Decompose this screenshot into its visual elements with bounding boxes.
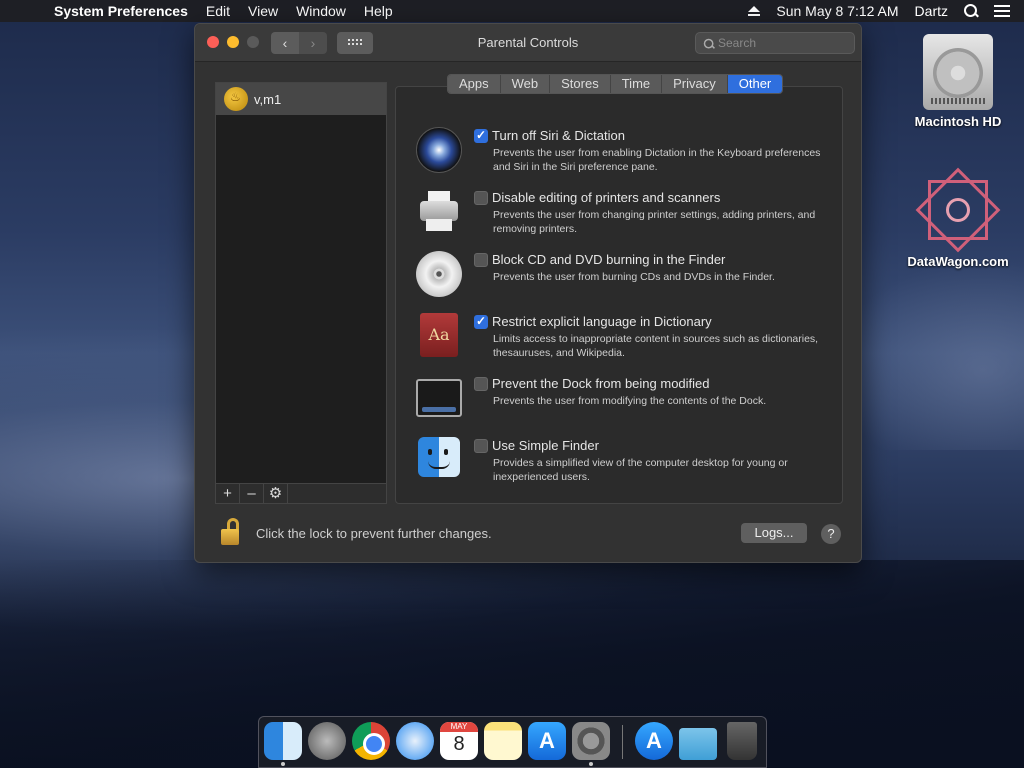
option-printers: Disable editing of printers and scanners… [416, 189, 836, 245]
option-simple-finder: Use Simple Finder Provides a simplified … [416, 437, 836, 493]
menu-window[interactable]: Window [296, 3, 346, 19]
remove-user-button[interactable]: – [240, 484, 264, 504]
option-label[interactable]: Disable editing of printers and scanners [492, 190, 720, 205]
printer-icon [416, 189, 462, 235]
option-label[interactable]: Use Simple Finder [492, 438, 599, 453]
dock-launchpad-icon[interactable] [308, 722, 346, 760]
siri-checkbox[interactable] [474, 128, 488, 143]
lock-text: Click the lock to prevent further change… [256, 526, 492, 541]
menu-bar: System Preferences Edit View Window Help… [0, 0, 1024, 22]
dock-icon [416, 379, 462, 417]
help-button[interactable]: ? [821, 524, 841, 544]
option-cd-burning: Block CD and DVD burning in the Finder P… [416, 251, 836, 307]
menu-help[interactable]: Help [364, 3, 393, 19]
menu-clock[interactable]: Sun May 8 7:12 AM [776, 3, 898, 19]
dock-separator [622, 725, 623, 759]
option-description: Limits access to inappropriate content i… [493, 333, 819, 359]
option-siri-dictation: Turn off Siri & Dictation Prevents the u… [416, 127, 836, 183]
tab-other[interactable]: Other [727, 75, 783, 93]
simple-finder-checkbox[interactable] [474, 439, 488, 453]
dock-finder-icon[interactable] [264, 722, 302, 766]
menu-edit[interactable]: Edit [206, 3, 230, 19]
notification-center-icon[interactable] [994, 5, 1010, 17]
option-dictionary: Aa Restrict explicit language in Diction… [416, 313, 836, 369]
user-list: v,m1 + – ⚙ [215, 82, 387, 504]
dock-safari-icon[interactable] [396, 722, 434, 760]
siri-icon [416, 127, 462, 173]
dock-calendar-icon[interactable]: 8 [440, 722, 478, 760]
close-button[interactable] [207, 36, 219, 48]
dictionary-checkbox[interactable] [474, 314, 488, 329]
search-input[interactable]: Search [695, 32, 855, 54]
user-list-item[interactable]: v,m1 [216, 83, 386, 115]
cd-burning-checkbox[interactable] [474, 253, 488, 267]
option-description: Prevents the user from enabling Dictatio… [493, 147, 821, 173]
dock-system-preferences-icon[interactable] [572, 722, 610, 766]
hard-drive-icon [923, 34, 993, 110]
forward-button[interactable]: › [299, 32, 327, 54]
finder-icon [418, 437, 460, 477]
parental-controls-window: ‹ › Parental Controls Search v,m1 + – ⚙ … [194, 23, 862, 563]
dock-downloads-folder-icon[interactable] [679, 728, 717, 760]
option-label[interactable]: Turn off Siri & Dictation [492, 128, 625, 143]
search-placeholder: Search [718, 36, 757, 50]
dock-app-store-downloads-icon[interactable]: A [635, 722, 673, 760]
dock-checkbox[interactable] [474, 377, 488, 391]
option-label[interactable]: Restrict explicit language in Dictionary [492, 314, 712, 329]
user-list-toolbar: + – ⚙ [216, 483, 386, 504]
back-button[interactable]: ‹ [271, 32, 299, 54]
desktop-icon-macintosh-hd[interactable]: Macintosh HD [898, 34, 1018, 129]
cd-icon [416, 251, 462, 297]
dock-chrome-icon[interactable] [352, 722, 390, 760]
search-icon [703, 38, 715, 50]
desktop-icon-label: DataWagon.com [907, 254, 1009, 269]
desktop-icon-label: Macintosh HD [914, 114, 1002, 129]
printers-checkbox[interactable] [474, 191, 488, 205]
menu-view[interactable]: View [248, 3, 278, 19]
eject-icon[interactable] [748, 6, 761, 16]
menu-app-name[interactable]: System Preferences [54, 3, 188, 19]
option-label[interactable]: Prevent the Dock from being modified [492, 376, 710, 391]
dock-app-store-icon[interactable]: A [528, 722, 566, 760]
options-pane: Turn off Siri & Dictation Prevents the u… [395, 86, 843, 504]
dock-trash-icon[interactable] [727, 722, 757, 760]
add-user-button[interactable]: + [216, 484, 240, 504]
option-description: Prevents the user from changing printer … [493, 209, 816, 235]
spotlight-icon[interactable] [964, 4, 978, 18]
menu-user[interactable]: Dartz [915, 3, 948, 19]
lock-icon[interactable] [219, 518, 241, 546]
datawagon-logo-icon [915, 167, 1001, 253]
option-description: Prevents the user from burning CDs and D… [493, 271, 775, 283]
window-footer: Click the lock to prevent further change… [195, 512, 861, 556]
tab-privacy[interactable]: Privacy [662, 75, 728, 93]
gear-icon[interactable]: ⚙ [264, 484, 288, 504]
option-description: Provides a simplified view of the comput… [493, 457, 788, 483]
title-bar[interactable]: ‹ › Parental Controls Search [195, 24, 861, 62]
user-name: v,m1 [254, 91, 282, 107]
user-avatar-icon [224, 87, 248, 111]
option-label[interactable]: Block CD and DVD burning in the Finder [492, 252, 725, 267]
desktop-icon-datawagon[interactable]: DataWagon.com [898, 167, 1018, 269]
dictionary-icon: Aa [420, 313, 458, 357]
minimize-button[interactable] [227, 36, 239, 48]
dock: 8 A A [258, 716, 767, 768]
tab-apps[interactable]: Apps [448, 75, 501, 93]
tab-web[interactable]: Web [500, 75, 551, 93]
option-dock: Prevent the Dock from being modified Pre… [416, 375, 836, 431]
logs-button[interactable]: Logs... [741, 523, 807, 543]
tab-time[interactable]: Time [610, 75, 663, 93]
zoom-button[interactable] [247, 36, 259, 48]
tab-bar: Apps Web Stores Time Privacy Other [447, 74, 784, 94]
tab-stores[interactable]: Stores [550, 75, 611, 93]
show-all-grid-button[interactable] [337, 32, 373, 54]
dock-notes-icon[interactable] [484, 722, 522, 760]
option-description: Prevents the user from modifying the con… [493, 395, 767, 407]
